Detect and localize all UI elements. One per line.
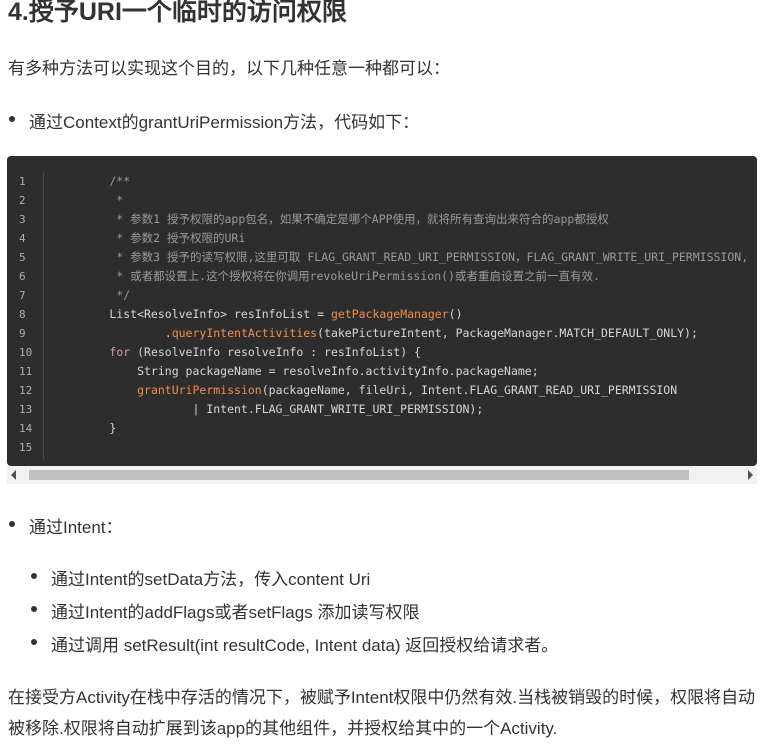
code-line: String packageName = resolveInfo.activit…	[54, 364, 539, 378]
code-line: grantUriPermission(packageName, fileUri,…	[137, 383, 678, 397]
sub-bullet-addflags: 通过Intent的addFlags或者setFlags 添加读写权限	[30, 598, 419, 623]
code-line: * 参数1 授予权限的app包名，如果不确定是哪个APP使用，就将所有查询出来符…	[54, 212, 609, 226]
line-number: 4	[19, 232, 26, 245]
code-line: .queryIntentActivities(takePictureIntent…	[54, 326, 698, 340]
line-number: 2	[19, 194, 26, 207]
code-line: * 参数2 授予权限的URi	[54, 231, 246, 245]
line-number: 7	[19, 289, 26, 302]
scroll-right-arrow-icon[interactable]	[748, 470, 753, 480]
line-number: 6	[19, 270, 26, 283]
code-line: List<ResolveInfo> resInfoList = getPacka…	[54, 307, 463, 321]
code-horizontal-scrollbar[interactable]	[7, 466, 757, 484]
section-heading: 4.授予URI一个临时的访问权限	[8, 0, 347, 26]
line-number: 15	[19, 441, 33, 454]
line-number: 10	[19, 346, 33, 359]
code-line: * 或者都设置上.这个授权将在你调用revokeUriPermission()或…	[54, 269, 600, 283]
intro-paragraph: 有多种方法可以实现这个目的，以下几种任意一种都可以：	[8, 59, 450, 78]
code-line: /**	[54, 174, 131, 188]
code-line: * 参数3 授予的读写权限,这里可取 FLAG_GRANT_READ_URI_P…	[54, 250, 749, 264]
sub-bullet-setdata: 通过Intent的setData方法，传入content Uri	[30, 565, 370, 590]
closing-paragraph: 在接受方Activity在栈中存活的情况下，被赋予Intent权限中仍然有效.当…	[8, 688, 756, 738]
article-page: 4.授予URI一个临时的访问权限 有多种方法可以实现这个目的，以下几种任意一种都…	[0, 0, 776, 748]
line-number: 13	[19, 403, 33, 416]
code-block: 1 2 3 4 5 6 7 8 9 10 11 12 13 14 15 /** * * 参数1 授予权限的a…	[7, 156, 757, 466]
code-line: *	[54, 193, 124, 207]
code-lines: /** * * 参数1 授予权限的app包名，如果不确定是哪个APP使用，就将所…	[54, 172, 757, 457]
sub-bullet-setresult: 通过调用 setResult(int resultCode, Intent da…	[30, 631, 558, 656]
line-number: 8	[19, 308, 26, 321]
line-number: 11	[19, 365, 33, 378]
scroll-left-arrow-icon[interactable]	[11, 470, 16, 480]
scrollbar-thumb[interactable]	[29, 470, 689, 480]
bullet-intent: 通过Intent：	[9, 513, 123, 538]
code-line: */	[54, 288, 131, 302]
line-number: 9	[19, 327, 26, 340]
code-line: | Intent.FLAG_GRANT_WRITE_URI_PERMISSION…	[54, 402, 484, 416]
line-number: 14	[19, 422, 33, 435]
line-number: 5	[19, 251, 26, 264]
line-number-gutter: 1 2 3 4 5 6 7 8 9 10 11 12 13 14 15	[7, 172, 44, 460]
line-number: 1	[19, 175, 26, 188]
bullet-context-method: 通过Context的grantUriPermission方法，代码如下：	[8, 108, 419, 133]
code-line: for (ResolveInfo resolveInfo : resInfoLi…	[109, 345, 421, 359]
line-number: 12	[19, 384, 33, 397]
line-number: 3	[19, 213, 26, 226]
code-line: }	[54, 421, 117, 435]
